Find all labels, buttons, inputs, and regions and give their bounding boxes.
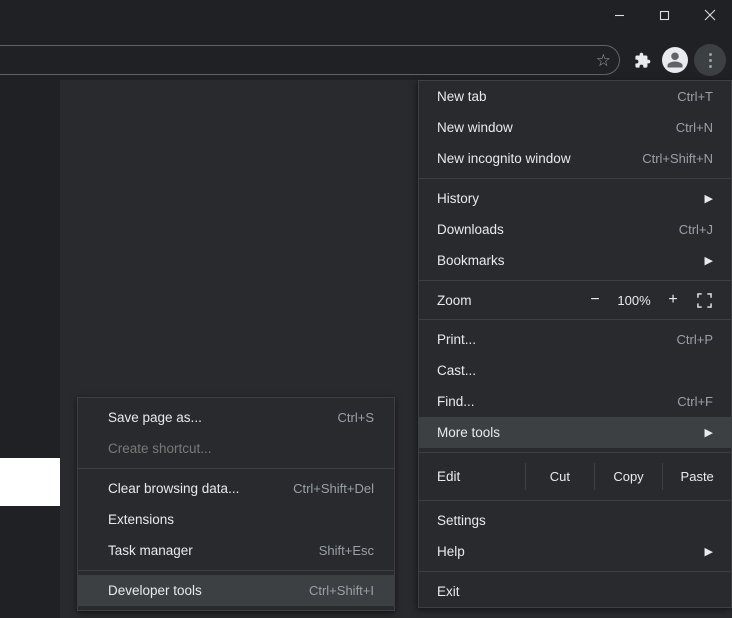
window-minimize-button[interactable] <box>597 0 642 30</box>
menu-label: Help <box>437 544 465 559</box>
chrome-menu-button[interactable] <box>694 44 726 76</box>
menu-label: Extensions <box>108 512 174 527</box>
menu-label: Clear browsing data... <box>108 481 239 496</box>
menu-edit-row: Edit Cut Copy Paste <box>419 457 731 496</box>
chrome-main-menu: New tab Ctrl+T New window Ctrl+N New inc… <box>418 80 732 608</box>
menu-label: New window <box>437 120 513 135</box>
menu-label: Task manager <box>108 543 193 558</box>
profile-avatar-icon[interactable] <box>662 47 688 73</box>
menu-shortcut: Ctrl+Shift+N <box>642 151 713 166</box>
menu-label: Print... <box>437 332 476 347</box>
address-bar[interactable]: ☆ <box>0 45 620 75</box>
menu-label: Downloads <box>437 222 504 237</box>
menu-label: Bookmarks <box>437 253 505 268</box>
zoom-label: Zoom <box>437 293 581 308</box>
more-tools-submenu: Save page as... Ctrl+S Create shortcut..… <box>77 397 395 611</box>
menu-separator <box>419 178 731 179</box>
menu-new-tab[interactable]: New tab Ctrl+T <box>419 81 731 112</box>
menu-downloads[interactable]: Downloads Ctrl+J <box>419 214 731 245</box>
submenu-arrow-icon: ▶ <box>705 254 713 267</box>
menu-shortcut: Ctrl+S <box>338 410 374 425</box>
menu-shortcut: Shift+Esc <box>319 543 374 558</box>
menu-separator <box>78 570 394 571</box>
submenu-save-page[interactable]: Save page as... Ctrl+S <box>78 402 394 433</box>
menu-more-tools[interactable]: More tools ▶ <box>419 417 731 448</box>
submenu-clear-data[interactable]: Clear browsing data... Ctrl+Shift+Del <box>78 473 394 504</box>
menu-label: Save page as... <box>108 410 202 425</box>
menu-label: History <box>437 191 479 206</box>
toolbar-actions <box>628 44 732 76</box>
page-white-region <box>0 458 60 506</box>
menu-zoom-row: Zoom − 100% + <box>419 285 731 315</box>
bookmark-star-icon[interactable]: ☆ <box>596 51 611 71</box>
menu-separator <box>419 571 731 572</box>
submenu-extensions[interactable]: Extensions <box>78 504 394 535</box>
menu-label: New incognito window <box>437 151 571 166</box>
menu-label: Find... <box>437 394 475 409</box>
browser-toolbar: ☆ <box>0 40 732 80</box>
menu-separator <box>419 452 731 453</box>
window-titlebar <box>0 0 732 35</box>
menu-shortcut: Ctrl+T <box>677 89 713 104</box>
menu-new-window[interactable]: New window Ctrl+N <box>419 112 731 143</box>
menu-find[interactable]: Find... Ctrl+F <box>419 386 731 417</box>
menu-exit[interactable]: Exit <box>419 576 731 607</box>
menu-shortcut: Ctrl+Shift+Del <box>293 481 374 496</box>
menu-bookmarks[interactable]: Bookmarks ▶ <box>419 245 731 276</box>
window-maximize-button[interactable] <box>642 0 687 30</box>
menu-cast[interactable]: Cast... <box>419 355 731 386</box>
menu-separator <box>419 319 731 320</box>
menu-label: More tools <box>437 425 500 440</box>
menu-print[interactable]: Print... Ctrl+P <box>419 324 731 355</box>
zoom-in-button[interactable]: + <box>659 291 687 309</box>
edit-cut[interactable]: Cut <box>525 463 594 490</box>
submenu-arrow-icon: ▶ <box>705 192 713 205</box>
menu-help[interactable]: Help ▶ <box>419 536 731 567</box>
submenu-arrow-icon: ▶ <box>705 426 713 439</box>
menu-label: New tab <box>437 89 487 104</box>
menu-shortcut: Ctrl+Shift+I <box>309 583 374 598</box>
menu-shortcut: Ctrl+N <box>676 120 713 135</box>
submenu-create-shortcut: Create shortcut... <box>78 433 394 464</box>
submenu-developer-tools[interactable]: Developer tools Ctrl+Shift+I <box>78 575 394 606</box>
submenu-arrow-icon: ▶ <box>705 545 713 558</box>
menu-separator <box>419 500 731 501</box>
submenu-task-manager[interactable]: Task manager Shift+Esc <box>78 535 394 566</box>
menu-new-incognito[interactable]: New incognito window Ctrl+Shift+N <box>419 143 731 174</box>
menu-label: Settings <box>437 513 486 528</box>
menu-separator <box>78 468 394 469</box>
menu-label: Developer tools <box>108 583 202 598</box>
menu-shortcut: Ctrl+F <box>677 394 713 409</box>
fullscreen-icon[interactable] <box>687 293 721 308</box>
menu-label: Exit <box>437 584 460 599</box>
extensions-icon[interactable] <box>628 46 656 74</box>
edit-label: Edit <box>437 469 525 484</box>
zoom-out-button[interactable]: − <box>581 291 609 309</box>
menu-history[interactable]: History ▶ <box>419 183 731 214</box>
menu-label: Create shortcut... <box>108 441 212 456</box>
menu-shortcut: Ctrl+J <box>679 222 713 237</box>
edit-copy[interactable]: Copy <box>594 463 663 490</box>
menu-separator <box>419 280 731 281</box>
window-close-button[interactable] <box>687 0 732 30</box>
edit-paste[interactable]: Paste <box>662 463 731 490</box>
menu-label: Cast... <box>437 363 476 378</box>
menu-shortcut: Ctrl+P <box>677 332 713 347</box>
menu-settings[interactable]: Settings <box>419 505 731 536</box>
zoom-value: 100% <box>609 293 659 308</box>
